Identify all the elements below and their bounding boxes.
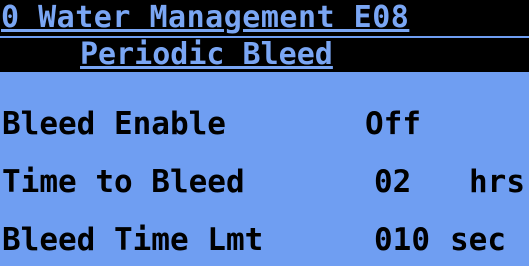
setting-value[interactable]: 02 [374,162,411,202]
menu-title: 0 Water Management E08 [1,0,410,35]
lcd-screen: 0 Water Management E08 Periodic Bleed Bl… [0,0,529,266]
setting-label: Time to Bleed [2,164,245,200]
setting-value[interactable]: Off [365,104,421,144]
setting-row-bleed-enable[interactable]: Bleed Enable Off [0,104,529,144]
setting-unit: sec [450,222,506,258]
setting-label: Bleed Enable [2,106,226,142]
setting-row-time-to-bleed[interactable]: Time to Bleed 02 hrs [0,162,529,202]
menu-title-bar: 0 Water Management E08 [0,0,529,36]
menu-subtitle-bar: Periodic Bleed [0,38,529,72]
setting-unit: hrs [469,164,525,200]
setting-label: Bleed Time Lmt [2,222,264,258]
menu-subtitle: Periodic Bleed [80,38,333,72]
setting-value[interactable]: 010 [374,220,430,260]
setting-row-bleed-time-limit[interactable]: Bleed Time Lmt 010 sec [0,220,529,260]
